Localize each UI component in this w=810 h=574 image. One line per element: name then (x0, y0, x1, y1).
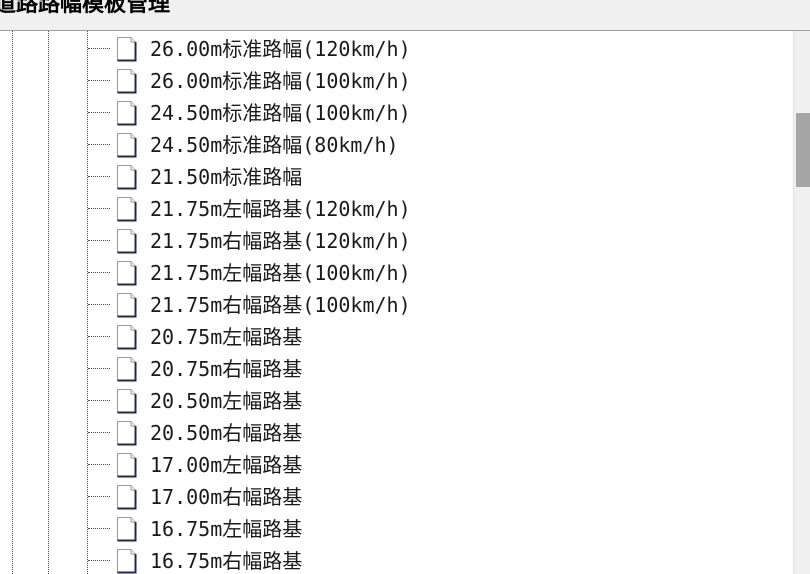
tree-item-label: 24.50m标准路幅(100km/h) (150, 101, 411, 125)
tree-item-label: 21.50m标准路幅 (150, 165, 303, 189)
document-icon (114, 36, 138, 62)
tree-item-label: 21.75m左幅路基(120km/h) (150, 197, 411, 221)
tree-item[interactable]: 24.50m标准路幅(80km/h) (0, 129, 793, 161)
tree-item-label: 16.75m左幅路基 (150, 517, 303, 541)
tree-item-label: 20.50m左幅路基 (150, 389, 303, 413)
tree-item[interactable]: 26.00m标准路幅(100km/h) (0, 65, 793, 97)
tree-item-label: 21.75m右幅路基(120km/h) (150, 229, 411, 253)
document-icon (114, 260, 138, 286)
document-icon (114, 356, 138, 382)
document-icon (114, 548, 138, 574)
tree-item-label: 24.50m标准路幅(80km/h) (150, 133, 399, 157)
window-title: 道路路幅模板管理 (0, 0, 171, 17)
tree-connector (88, 304, 110, 305)
vertical-scrollbar[interactable] (793, 31, 810, 574)
document-icon (114, 100, 138, 126)
tree-item[interactable]: 21.75m左幅路基(100km/h) (0, 257, 793, 289)
tree-item[interactable]: 21.50m标准路幅 (0, 161, 793, 193)
tree-item-label: 21.75m左幅路基(100km/h) (150, 261, 411, 285)
tree-item[interactable]: 21.75m右幅路基(100km/h) (0, 289, 793, 321)
tree-item[interactable]: 20.50m右幅路基 (0, 417, 793, 449)
tree-connector (88, 48, 110, 49)
tree-item-label: 16.75m右幅路基 (150, 549, 303, 573)
document-icon (114, 196, 138, 222)
tree-item[interactable]: 20.50m左幅路基 (0, 385, 793, 417)
document-icon (114, 228, 138, 254)
tree-connector (88, 144, 110, 145)
tree-connector (88, 496, 110, 497)
tree-item-label: 20.75m左幅路基 (150, 325, 303, 349)
document-icon (114, 68, 138, 94)
tree-item[interactable]: 20.75m左幅路基 (0, 321, 793, 353)
tree-item[interactable]: 17.00m左幅路基 (0, 449, 793, 481)
tree-connector (88, 560, 110, 561)
document-icon (114, 132, 138, 158)
document-icon (114, 292, 138, 318)
tree-item[interactable]: 20.75m右幅路基 (0, 353, 793, 385)
tree-connector (88, 400, 110, 401)
tree-connector (88, 272, 110, 273)
scrollbar-thumb[interactable] (796, 113, 810, 187)
tree-item-label: 26.00m标准路幅(120km/h) (150, 37, 411, 61)
tree-item[interactable]: 16.75m右幅路基 (0, 545, 793, 574)
tree-item[interactable]: 17.00m右幅路基 (0, 481, 793, 513)
tree-item-label: 26.00m标准路幅(100km/h) (150, 69, 411, 93)
tree-item[interactable]: 21.75m左幅路基(120km/h) (0, 193, 793, 225)
tree-item-label: 21.75m右幅路基(100km/h) (150, 293, 411, 317)
window-titlebar: 道路路幅模板管理 (0, 0, 810, 31)
tree-connector (88, 432, 110, 433)
document-icon (114, 452, 138, 478)
tree-item-label: 20.75m右幅路基 (150, 357, 303, 381)
tree-connector (88, 112, 110, 113)
tree-connector (88, 176, 110, 177)
document-icon (114, 324, 138, 350)
document-icon (114, 164, 138, 190)
tree-item-label: 17.00m左幅路基 (150, 453, 303, 477)
tree-connector (88, 80, 110, 81)
document-icon (114, 516, 138, 542)
tree-connector (88, 528, 110, 529)
template-tree-view[interactable]: 26.00m标准路幅(120km/h) 26.00m标准路幅(100km/h) 24… (0, 31, 793, 574)
tree-connector (88, 240, 110, 241)
document-icon (114, 484, 138, 510)
tree-item[interactable]: 24.50m标准路幅(100km/h) (0, 97, 793, 129)
tree-item[interactable]: 26.00m标准路幅(120km/h) (0, 33, 793, 65)
tree-item-label: 20.50m右幅路基 (150, 421, 303, 445)
tree-item[interactable]: 16.75m左幅路基 (0, 513, 793, 545)
tree-connector (88, 368, 110, 369)
tree-connector (88, 336, 110, 337)
tree-connector (88, 208, 110, 209)
document-icon (114, 388, 138, 414)
document-icon (114, 420, 138, 446)
tree-item-label: 17.00m右幅路基 (150, 485, 303, 509)
tree-item[interactable]: 21.75m右幅路基(120km/h) (0, 225, 793, 257)
tree-connector (88, 464, 110, 465)
